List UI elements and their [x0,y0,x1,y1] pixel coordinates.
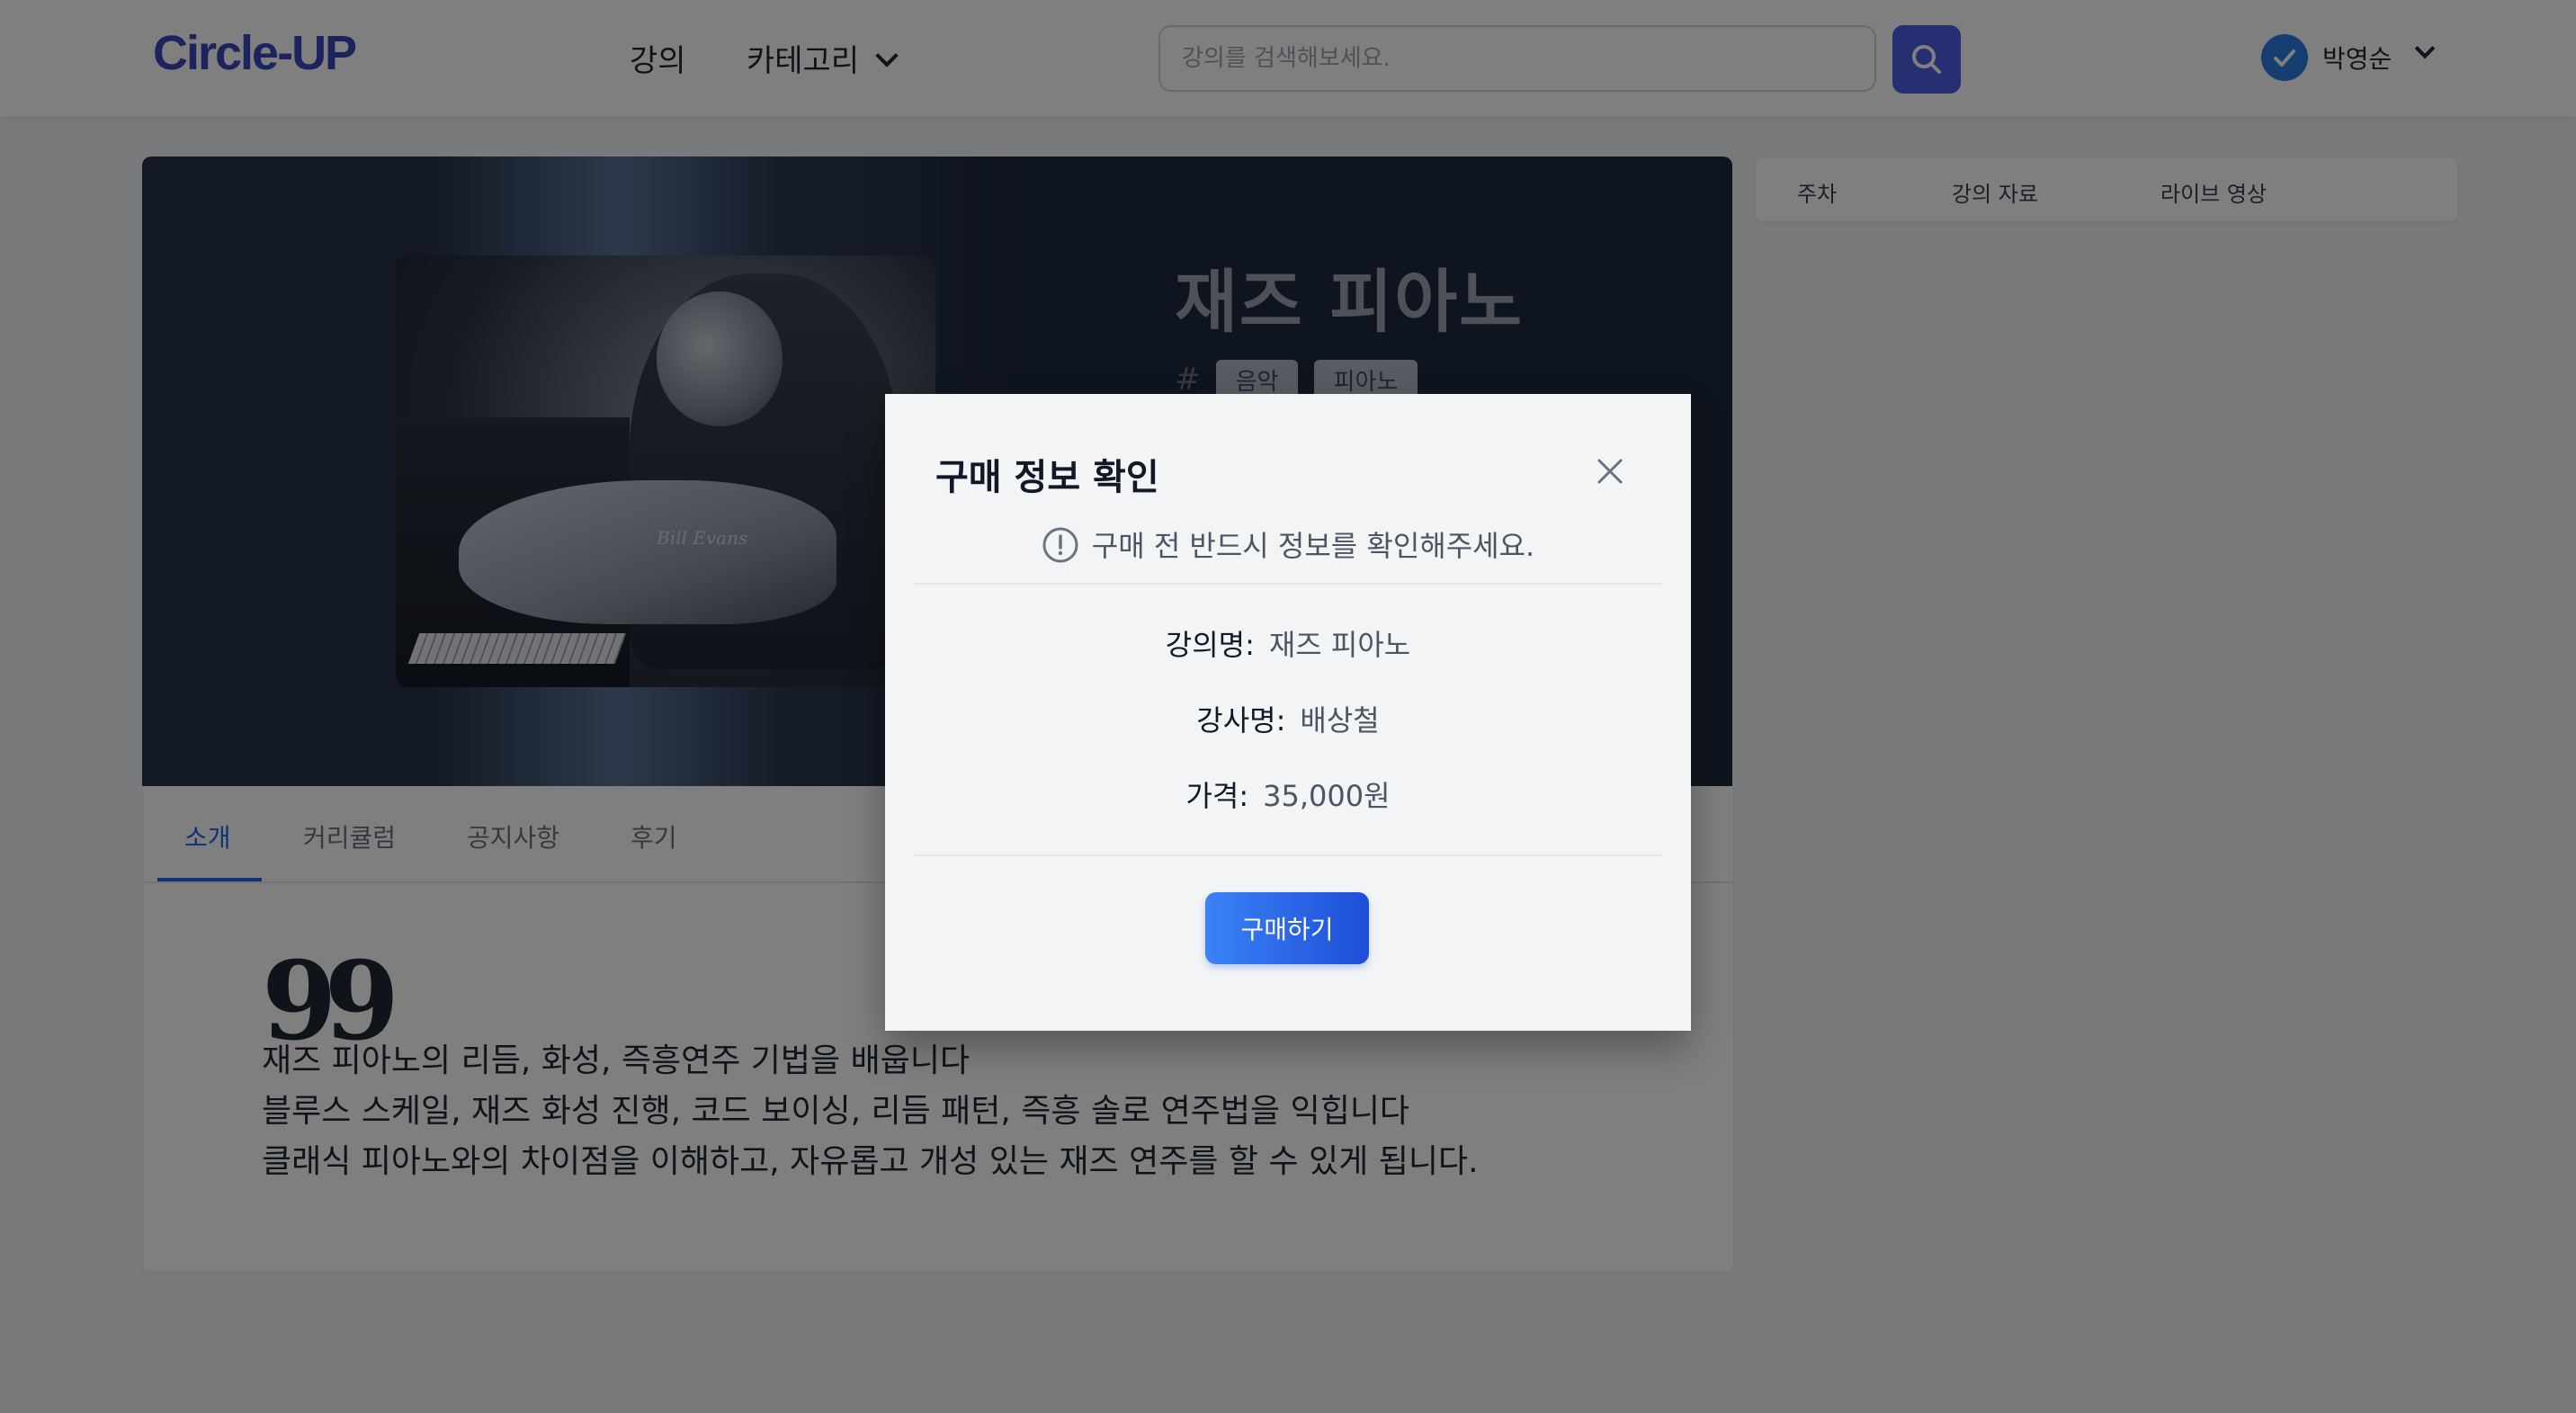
info-row-price: 가격: 35,000원 [885,774,1691,815]
modal-notice: 구매 전 반드시 정보를 확인해주세요. [885,523,1691,567]
info-label: 강사명: [1196,703,1286,738]
modal-title: 구매 정보 확인 [935,457,1159,498]
info-label: 강의명: [1165,628,1255,662]
info-row-instructor: 강사명: 배상철 [885,698,1691,739]
divider [914,583,1662,585]
purchase-confirm-modal: 구매 정보 확인 구매 전 반드시 정보를 확인해주세요. 강의명: 재즈 피아노… [885,394,1691,1031]
info-value: 35,000원 [1263,779,1391,813]
info-row-lecture: 강의명: 재즈 피아노 [885,622,1691,664]
info-value: 재즈 피아노 [1268,628,1411,662]
purchase-button[interactable]: 구매하기 [1205,892,1369,964]
modal-notice-text: 구매 전 반드시 정보를 확인해주세요. [1091,529,1535,563]
info-value: 배상철 [1300,703,1380,738]
info-label: 가격: [1185,779,1249,813]
close-button[interactable] [1594,455,1626,487]
alert-circle-icon [1042,527,1078,563]
divider [914,854,1662,856]
close-icon [1597,459,1623,484]
